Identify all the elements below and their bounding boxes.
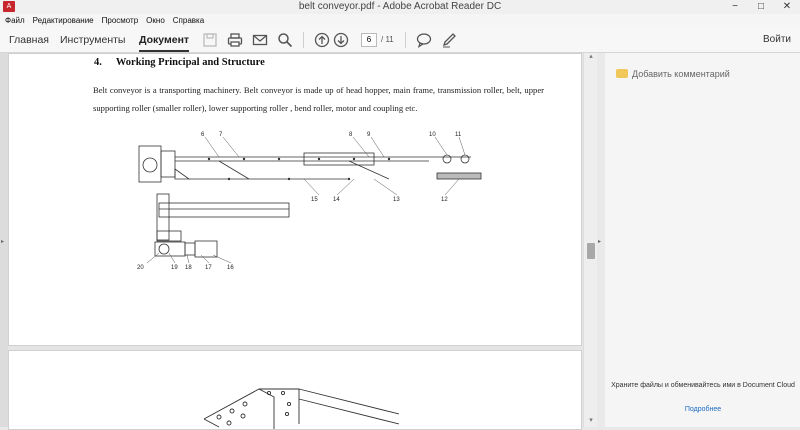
callout-label: 16 [227,265,234,271]
collapse-right-icon[interactable]: ▸ [598,238,601,245]
page-up-icon[interactable] [314,32,330,48]
close-button[interactable]: ✕ [774,0,800,14]
section-title: Working Principal and Structure [115,57,265,68]
pdf-page [8,350,582,430]
pdf-page: 4. Working Principal and Structure Belt c… [8,53,582,346]
menu-view[interactable]: Просмотр [98,14,143,25]
body-paragraph: Belt conveyor is a transporting machiner… [93,85,544,113]
callout-label: 11 [455,132,462,138]
learn-more-link[interactable]: Подробнее [606,406,800,413]
tab-tools[interactable]: Инструменты [60,34,125,46]
save-icon[interactable] [202,32,218,48]
add-comment-label: Добавить комментарий [632,69,730,79]
left-panel-toggle[interactable]: ▸ [0,53,8,427]
login-link[interactable]: Войти [763,34,791,45]
callout-label: 6 [201,132,205,138]
callout-label: 12 [441,197,448,203]
belt-conveyor-diagram: 6 7 8 9 10 11 15 14 13 12 20 19 18 17 16 [137,132,482,271]
page-number-input[interactable]: 6 [361,33,377,47]
callout-label: 13 [393,197,400,203]
maximize-button[interactable]: □ [748,0,774,14]
callout-label: 20 [137,265,144,271]
structural-bracket-drawing [203,388,399,429]
comment-bubble-icon [616,69,628,78]
callout-label: 7 [219,132,223,138]
pen-icon[interactable] [441,32,457,48]
callout-label: 15 [311,197,318,203]
add-comment-button[interactable]: Добавить комментарий [616,69,730,79]
document-viewport[interactable]: ▸ 4. Working Principal and Structure Belt… [0,53,597,430]
comment-icon[interactable] [416,32,432,48]
tab-document[interactable]: Документ [139,34,190,52]
menu-file[interactable]: Файл [0,14,29,25]
callout-label: 19 [171,265,178,271]
toolbar-separator [303,32,304,48]
expand-left-icon[interactable]: ▸ [1,238,4,245]
callout-label: 17 [205,265,212,271]
scroll-down-icon[interactable]: ▾ [587,417,595,425]
menu-window[interactable]: Окно [142,14,169,25]
callout-label: 14 [333,197,340,203]
window-title: belt conveyor.pdf - Adobe Acrobat Reader… [298,1,502,12]
section-heading: 4. Working Principal and Structure [94,57,265,68]
document-cloud-promo: Храните файлы и обменивайтесь ими в Docu… [611,382,795,389]
menu-edit[interactable]: Редактирование [29,14,98,25]
title-bar: A belt conveyor.pdf - Adobe Acrobat Read… [0,0,800,14]
page-total: / 11 [381,35,394,44]
main-toolbar: Главная Инструменты Документ 6 / 11 Войт… [0,27,800,53]
tab-home[interactable]: Главная [9,34,49,46]
scroll-up-icon[interactable]: ▴ [587,53,595,61]
print-icon[interactable] [227,32,243,48]
vertical-scrollbar[interactable]: ▴ ▾ [583,53,597,427]
search-icon[interactable] [277,32,293,48]
minimize-button[interactable]: − [722,0,748,14]
callout-label: 8 [349,132,353,138]
scroll-thumb[interactable] [587,243,595,259]
right-pane-splitter[interactable]: ▸ [597,53,605,427]
right-pane: ▸ Добавить комментарий Храните файлы и о… [597,53,800,427]
callout-label: 9 [367,132,371,138]
email-icon[interactable] [252,32,268,48]
menu-help[interactable]: Справка [169,14,208,25]
page-down-icon[interactable] [333,32,349,48]
menu-bar: Файл Редактирование Просмотр Окно Справка [0,14,800,27]
callout-label: 10 [429,132,436,138]
callout-label: 18 [185,265,192,271]
toolbar-separator [405,32,406,48]
section-number: 4. [94,57,102,68]
